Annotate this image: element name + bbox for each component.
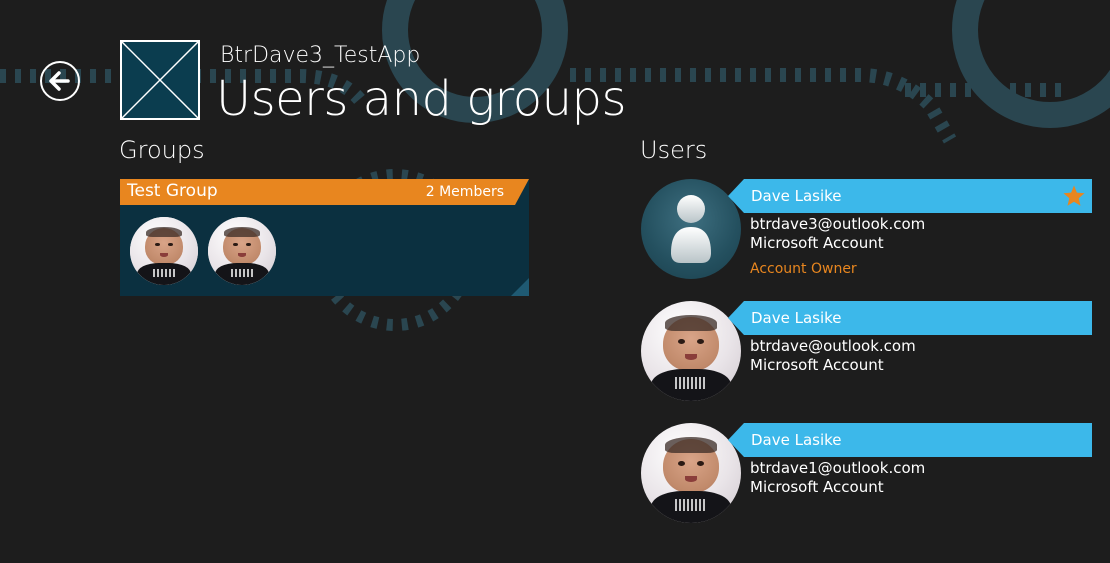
user-account-type: Microsoft Account [750,478,884,496]
app-logo [120,40,200,120]
group-tile-corner [511,278,529,296]
group-member-avatar [208,217,276,285]
user-item-owner[interactable]: Dave Lasike btrdave3@outlook.com Microso… [640,179,1092,281]
users-section-title: Users [640,136,708,164]
generic-user-icon [641,179,741,279]
group-name: Test Group [127,181,218,201]
groups-section-title: Groups [119,136,205,164]
user-name: Dave Lasike [751,187,842,205]
back-arrow-icon [49,71,70,91]
star-icon [1063,185,1085,206]
group-tile[interactable]: Test Group 2 Members [120,179,529,296]
placeholder-logo-icon [122,42,198,118]
user-name: Dave Lasike [751,309,842,327]
group-member-avatar [130,217,198,285]
user-role: Account Owner [750,261,857,277]
user-photo [641,301,741,401]
user-account-type: Microsoft Account [750,234,884,252]
user-name: Dave Lasike [751,431,842,449]
app-name: BtrDave3_TestApp [220,43,421,68]
user-account-type: Microsoft Account [750,356,884,374]
user-photo [130,217,198,285]
user-photo [208,217,276,285]
group-header: Test Group 2 Members [120,179,529,205]
back-button[interactable] [40,61,80,101]
group-member-count: 2 Members [425,184,504,200]
user-photo [641,423,741,523]
avatar [641,301,741,401]
user-email: btrdave1@outlook.com [750,459,926,477]
avatar [641,179,741,279]
avatar [641,423,741,523]
page-title: Users and groups [216,71,626,127]
user-item[interactable]: Dave Lasike btrdave@outlook.com Microsof… [640,301,1092,403]
user-item[interactable]: Dave Lasike btrdave1@outlook.com Microso… [640,423,1092,525]
user-email: btrdave3@outlook.com [750,215,926,233]
user-email: btrdave@outlook.com [750,337,916,355]
